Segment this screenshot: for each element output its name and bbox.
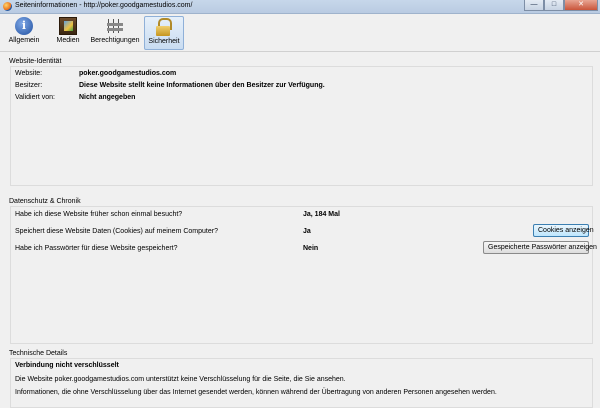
owner-value: Diese Website stellt keine Informationen… [79,82,325,89]
technical-box: Verbindung nicht verschlüsselt Die Websi… [10,358,593,408]
owner-row: Besitzer: Diese Website stellt keine Inf… [15,82,325,89]
verified-label: Validiert von: [15,94,55,101]
passwords-row: Habe ich Passwörter für diese Website ge… [15,245,178,252]
maximize-button[interactable]: □ [544,0,564,11]
tab-general-label: Allgemein [8,37,40,44]
encryption-info-line1: Die Website poker.goodgamestudios.com un… [15,376,346,383]
visited-row: Habe ich diese Website früher schon einm… [15,211,182,218]
passwords-question: Habe ich Passwörter für diese Website ge… [15,245,178,252]
cookies-answer: Ja [303,228,311,235]
verified-row: Validiert von: Nicht angegeben [15,94,135,101]
window-controls: — □ ✕ [524,0,598,12]
close-button[interactable]: ✕ [564,0,598,11]
tab-permissions[interactable]: Berechtigungen [88,16,142,50]
verified-value: Nicht angegeben [79,94,136,101]
show-cookies-button[interactable]: Cookies anzeigen [533,224,594,237]
info-icon: i [15,17,33,35]
identity-box: Website: poker.goodgamestudios.com Besit… [10,66,593,186]
privacy-heading: Datenschutz & Chronik [9,198,81,205]
page-info-toolbar: i Allgemein Medien Berechtigungen Sicher… [0,14,600,52]
title-bar: Seiteninformationen - http://poker.goodg… [0,0,600,14]
visited-answer: Ja, 184 Mal [303,211,340,218]
website-row: Website: poker.goodgamestudios.com [15,70,176,77]
privacy-history-section: Datenschutz & Chronik Habe ich diese Web… [4,198,597,346]
tab-media-label: Medien [56,37,80,44]
privacy-box: Habe ich diese Website früher schon einm… [10,206,597,344]
firefox-icon [3,2,12,11]
lock-icon [155,18,173,36]
cookies-question: Speichert diese Website Daten (Cookies) … [15,228,218,235]
passwords-answer: Nein [303,245,319,252]
technical-heading: Technische Details [9,350,68,357]
owner-label: Besitzer: [15,82,43,89]
website-value: poker.goodgamestudios.com [79,70,177,77]
media-icon [59,17,77,35]
website-label: Website: [15,70,43,77]
website-identity-section: Website-Identität Website: poker.goodgam… [4,58,596,188]
tab-permissions-label: Berechtigungen [90,37,140,44]
visited-question: Habe ich diese Website früher schon einm… [15,211,183,218]
window-title: Seiteninformationen - http://poker.goodg… [15,2,193,9]
permissions-icon [106,17,124,35]
tab-general[interactable]: i Allgemein [3,16,45,50]
minimize-button[interactable]: — [524,0,544,11]
encryption-info-line2: Informationen, die ohne Verschlüsselung … [15,389,497,396]
tab-media[interactable]: Medien [51,16,85,50]
cookies-row: Speichert diese Website Daten (Cookies) … [15,228,218,235]
connection-status: Verbindung nicht verschlüsselt [15,362,119,369]
identity-heading: Website-Identität [9,58,62,65]
technical-details-section: Technische Details Verbindung nicht vers… [4,350,596,408]
tab-security[interactable]: Sicherheit [144,16,184,50]
show-saved-passwords-button[interactable]: Gespeicherte Passwörter anzeigen [483,241,597,254]
tab-security-label: Sicherheit [148,38,180,45]
